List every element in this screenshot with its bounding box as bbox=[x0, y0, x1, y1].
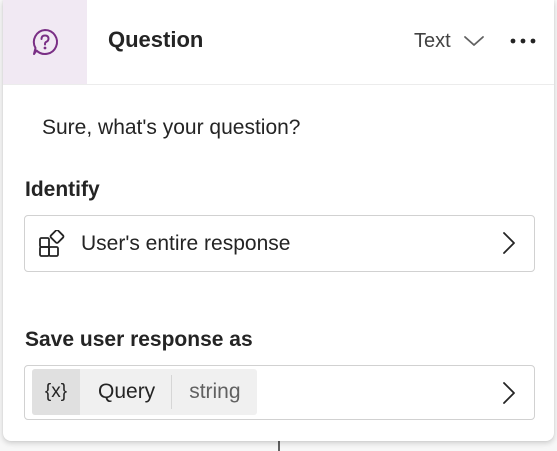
bot-message-text[interactable]: Sure, what's your question? bbox=[42, 116, 301, 140]
save-response-label: Save user response as bbox=[25, 328, 253, 351]
node-header: Question Text bbox=[3, 0, 554, 85]
variable-name: Query bbox=[80, 375, 173, 409]
node-title: Question bbox=[108, 27, 204, 52]
chevron-right-icon bbox=[503, 232, 515, 254]
more-options-button[interactable] bbox=[506, 26, 540, 56]
canvas: Question Text Sure, what's your question… bbox=[0, 0, 557, 451]
apps-add-icon bbox=[39, 230, 65, 257]
chevron-right-icon bbox=[503, 382, 515, 404]
variable-icon: {x} bbox=[32, 369, 80, 415]
response-type-label: Text bbox=[414, 29, 451, 52]
more-horizontal-icon bbox=[510, 38, 536, 44]
identify-label: Identify bbox=[25, 178, 100, 201]
variable-type: string bbox=[189, 380, 241, 403]
response-type-dropdown[interactable]: Text bbox=[414, 26, 485, 56]
identify-value: User's entire response bbox=[81, 232, 291, 255]
chevron-down-icon bbox=[463, 34, 485, 48]
variable-chip[interactable]: {x} Query string bbox=[32, 369, 257, 415]
question-node-card[interactable]: Question Text Sure, what's your question… bbox=[3, 0, 554, 441]
question-icon-box bbox=[3, 0, 87, 84]
question-circle-icon bbox=[32, 29, 58, 55]
identify-entity-field[interactable]: User's entire response bbox=[24, 215, 535, 272]
save-variable-field[interactable]: {x} Query string bbox=[24, 365, 535, 420]
